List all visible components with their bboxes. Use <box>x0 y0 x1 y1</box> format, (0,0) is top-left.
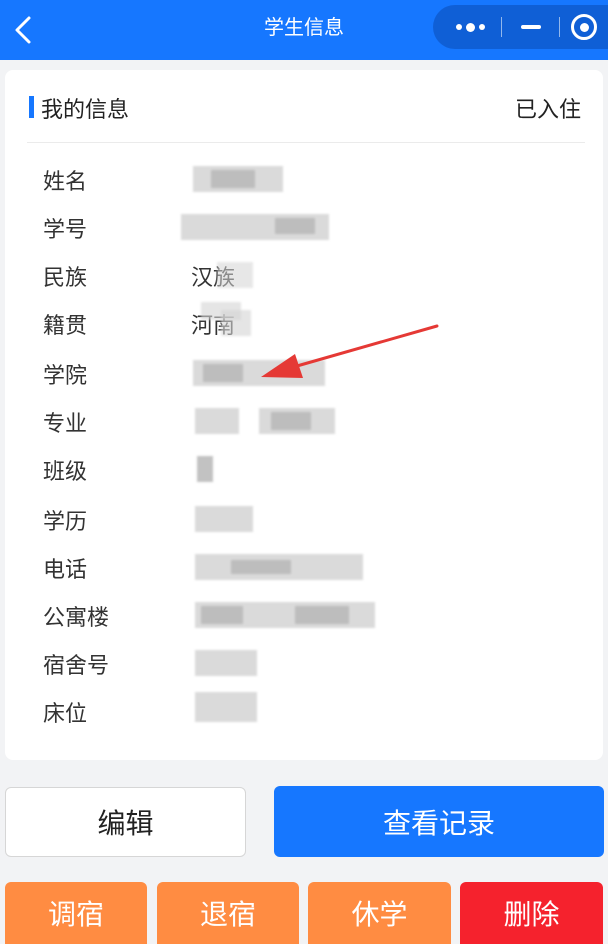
change-room-button[interactable]: 调宿 <box>5 882 147 944</box>
minimize-button[interactable] <box>503 5 559 49</box>
more-button[interactable] <box>439 5 501 49</box>
annotation-arrow-icon <box>261 324 439 378</box>
view-records-button[interactable]: 查看记录 <box>274 786 604 857</box>
navbar: 学生信息 <box>0 0 608 60</box>
more-dots-icon <box>455 24 462 30</box>
close-button[interactable] <box>561 5 607 49</box>
delete-button[interactable]: 删除 <box>460 882 603 944</box>
capsule-divider <box>501 17 502 37</box>
target-circle-icon <box>571 14 597 40</box>
check-out-button[interactable]: 退宿 <box>157 882 299 944</box>
minus-icon <box>521 25 541 29</box>
capsule-divider <box>559 17 560 37</box>
edit-button[interactable]: 编辑 <box>5 787 246 857</box>
mini-program-capsule <box>433 5 608 49</box>
suspend-button[interactable]: 休学 <box>308 882 451 944</box>
info-card: 我的信息 已入住 姓名 学号 民族 汉族 籍贯 河南 学院 专业 班级 学历 电… <box>5 70 603 760</box>
